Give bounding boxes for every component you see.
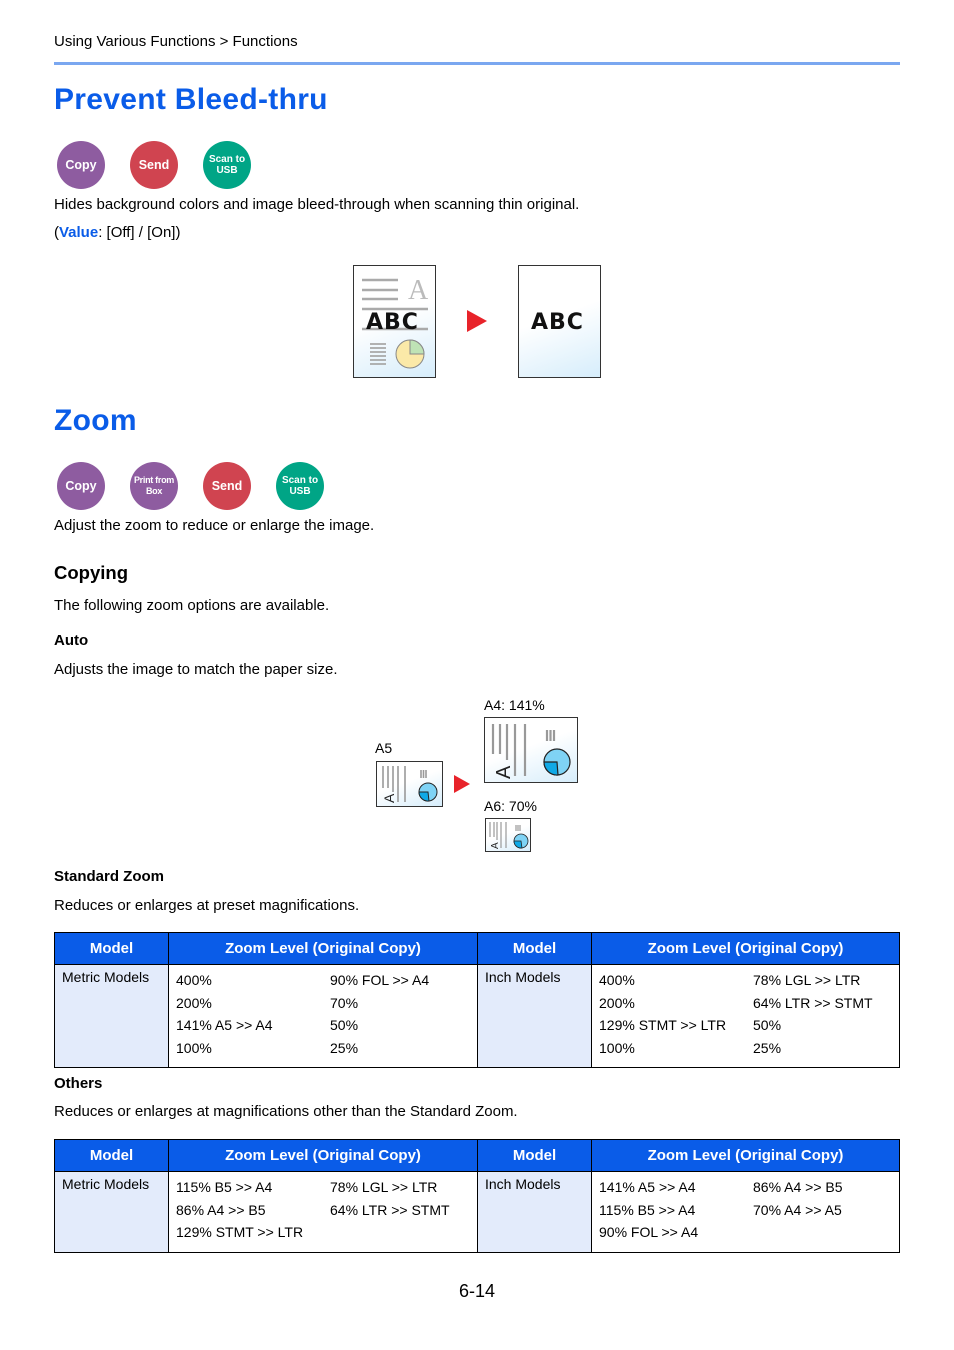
model-cell: Inch Models (477, 1171, 592, 1253)
source-document: A (376, 761, 443, 807)
copy-mode-icon: Copy (57, 462, 105, 510)
svg-text:A: A (381, 793, 397, 803)
arrow-right-icon (467, 310, 487, 332)
source-size-label: A5 (375, 740, 393, 756)
reduced-document: A (485, 818, 531, 852)
auto-text: Adjusts the image to match the paper siz… (54, 661, 338, 678)
svg-text:A: A (490, 842, 501, 849)
bleed-after-document: ABC (518, 265, 601, 378)
zoom-levels-cell: 400% 78% LGL >> LTR 200% 64% LTR >> STMT… (591, 964, 900, 1068)
bleed-through-illustration: A ABC (362, 275, 429, 369)
before-text: ABC (366, 310, 419, 335)
table-header-row: Model Zoom Level (Original Copy) Model Z… (54, 932, 900, 965)
reduce-label: A6: 70% (484, 798, 537, 814)
copying-heading: Copying (54, 562, 128, 583)
column-header: Zoom Level (Original Copy) (168, 932, 478, 965)
scan-to-usb-icon: Scan to USB (276, 462, 324, 510)
print-from-box-icon: Print from Box (130, 462, 178, 510)
svg-text:A: A (493, 765, 515, 779)
value-keyword: Value (59, 224, 99, 241)
table-row: Metric Models 115% B5 >> A4 78% LGL >> L… (54, 1171, 900, 1253)
faint-letter: A (408, 275, 429, 306)
table-row: Metric Models 400% 90% FOL >> A4 200% 70… (54, 964, 900, 1068)
zoom-mode-badges: Copy Print from Box Send Scan to USB (57, 462, 324, 510)
zoom-levels-cell: 400% 90% FOL >> A4 200% 70% 141% A5 >> A… (168, 964, 478, 1068)
scan-to-usb-icon: Scan to USB (203, 141, 251, 189)
zoom-levels-cell: 141% A5 >> A4 86% A4 >> B5 115% B5 >> A4… (591, 1171, 900, 1253)
section-title-zoom: Zoom (54, 404, 137, 437)
model-cell: Metric Models (54, 1171, 169, 1253)
bleed-description: Hides background colors and image bleed-… (54, 196, 580, 213)
standard-zoom-text: Reduces or enlarges at preset magnificat… (54, 897, 360, 914)
column-header: Zoom Level (Original Copy) (591, 932, 900, 965)
others-zoom-table: Model Zoom Level (Original Copy) Model Z… (54, 1139, 900, 1253)
bleed-value-line: (Value: [Off] / [On]) (54, 224, 181, 241)
send-mode-icon: Send (203, 462, 251, 510)
arrow-right-icon (454, 775, 470, 793)
column-header: Model (477, 932, 592, 965)
page-number: 6-14 (458, 1281, 496, 1301)
section-title-prevent-bleed-thru: Prevent Bleed-thru (54, 83, 328, 116)
enlarge-label: A4: 141% (484, 697, 545, 713)
column-header: Model (477, 1139, 592, 1172)
standard-zoom-heading: Standard Zoom (54, 868, 165, 885)
zoom-description: Adjust the zoom to reduce or enlarge the… (54, 517, 375, 534)
bleed-mode-badges: Copy Send Scan to USB (57, 141, 251, 189)
copying-intro: The following zoom options are available… (54, 597, 330, 614)
header-rule (54, 62, 900, 65)
standard-zoom-table: Model Zoom Level (Original Copy) Model Z… (54, 932, 900, 1068)
table-header-row: Model Zoom Level (Original Copy) Model Z… (54, 1139, 900, 1172)
model-cell: Inch Models (477, 964, 592, 1068)
bleed-before-document: A ABC (353, 265, 436, 378)
others-heading: Others (54, 1075, 103, 1092)
breadcrumb: Using Various Functions > Functions (54, 33, 298, 50)
others-text: Reduces or enlarges at magnifications ot… (54, 1103, 518, 1120)
after-text: ABC (531, 310, 584, 335)
send-mode-icon: Send (130, 141, 178, 189)
column-header: Zoom Level (Original Copy) (591, 1139, 900, 1172)
enlarged-document: A (484, 717, 578, 783)
column-header: Model (54, 932, 169, 965)
zoom-levels-cell: 115% B5 >> A4 78% LGL >> LTR 86% A4 >> B… (168, 1171, 478, 1253)
model-cell: Metric Models (54, 964, 169, 1068)
column-header: Model (54, 1139, 169, 1172)
copy-mode-icon: Copy (57, 141, 105, 189)
column-header: Zoom Level (Original Copy) (168, 1139, 478, 1172)
auto-heading: Auto (54, 632, 89, 649)
